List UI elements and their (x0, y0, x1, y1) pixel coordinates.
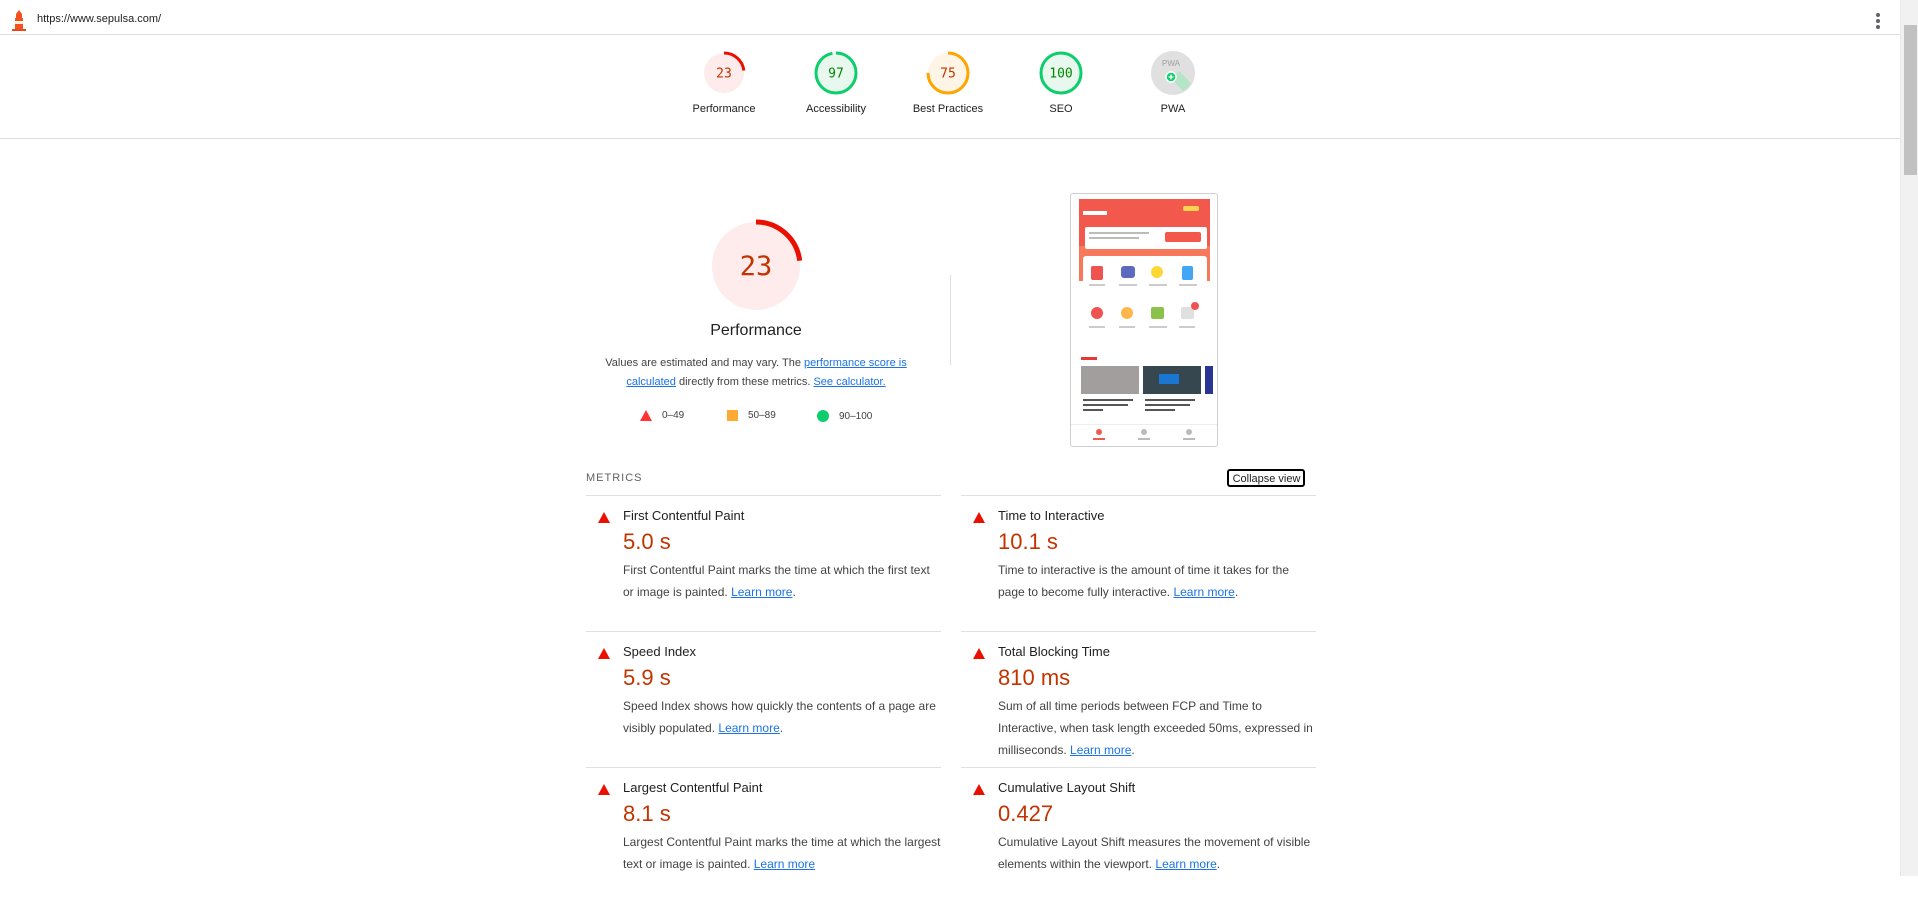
fail-triangle-icon (598, 512, 610, 523)
square-icon (727, 410, 738, 421)
learn-more-link[interactable]: Learn more (718, 721, 779, 735)
learn-more-link[interactable]: Learn more (731, 585, 792, 599)
metric-first-contentful-paint: First Contentful Paint 5.0 s First Content… (586, 495, 941, 626)
metric-value: 10.1 s (998, 529, 1058, 554)
more-menu-icon[interactable] (1873, 11, 1883, 29)
note-text: Values are estimated and may vary. The (605, 357, 804, 369)
metric-value: 0.427 (998, 801, 1054, 826)
page-url[interactable]: https://www.sepulsa.com/ (37, 13, 161, 25)
gauge-score: 97 (828, 67, 844, 82)
legend-range: 90–100 (839, 410, 873, 422)
fail-triangle-icon (973, 512, 985, 523)
metric-speed-index: Speed Index 5.9 s Speed Index shows how qu… (586, 631, 941, 762)
summary-gauge-best-practices[interactable]: 75 Best Practices (893, 49, 1003, 115)
metric-description-text: Time to interactive is the amount of tim… (998, 563, 1290, 599)
scrollbar-thumb[interactable] (1904, 25, 1917, 175)
gauge-label: PWA (1160, 103, 1186, 115)
gauge-ring: 97 (814, 51, 858, 95)
metric-largest-contentful-paint: Largest Contentful Paint 8.1 s Largest Con… (586, 767, 941, 898)
gauge-ring: PWA (1151, 51, 1195, 95)
summary-gauge-accessibility[interactable]: 97 Accessibility (781, 49, 891, 115)
performance-title: Performance (710, 322, 802, 339)
divider (950, 275, 951, 365)
gauge-score: 75 (940, 67, 956, 82)
learn-more-link[interactable]: Learn more (754, 857, 815, 871)
legend-range: 50–89 (748, 410, 776, 421)
metric-value: 5.9 s (623, 665, 671, 690)
gauge-ring: 75 (926, 51, 970, 95)
learn-more-link[interactable]: Learn more (1173, 585, 1234, 599)
metric-description: Cumulative Layout Shift measures the mov… (998, 831, 1316, 875)
metric-title: First Contentful Paint (623, 508, 745, 523)
metric-title: Time to Interactive (998, 508, 1105, 523)
metric-description: First Contentful Paint marks the time at… (623, 559, 941, 603)
metric-description: Speed Index shows how quickly the conten… (623, 695, 941, 739)
gauge-score: 100 (1049, 67, 1072, 82)
metric-value: 810 ms (998, 665, 1071, 690)
metric-description: Time to interactive is the amount of tim… (998, 559, 1316, 603)
screenshot-image (1071, 194, 1217, 446)
metric-description-suffix: . (792, 585, 796, 599)
fail-triangle-icon (598, 648, 610, 659)
vertical-scrollbar[interactable] (1900, 0, 1918, 876)
metric-total-blocking-time: Total Blocking Time 810 ms Sum of all time… (961, 631, 1316, 762)
score-summary: 23 Performance 97 Accessibility 75 Best Pract… (0, 35, 1900, 139)
metric-title: Total Blocking Time (998, 644, 1110, 659)
fail-triangle-icon (598, 784, 610, 795)
fail-triangle-icon (973, 648, 985, 659)
collapse-view-button[interactable]: Collapse view (1227, 469, 1305, 487)
legend-pass: 90–100 (817, 410, 872, 422)
gauge-ring: 23 (702, 51, 746, 95)
see-calculator-link[interactable]: See calculator. (813, 376, 885, 388)
metric-description-suffix: . (779, 721, 784, 735)
note-text: directly from these metrics. (675, 376, 814, 388)
legend-average: 50–89 (727, 410, 776, 421)
metric-description: Largest Contentful Paint marks the time … (623, 831, 941, 875)
gauge-label: SEO (1049, 103, 1073, 115)
metric-time-to-interactive: Time to Interactive 10.1 s Time to interac… (961, 495, 1316, 626)
learn-more-link[interactable]: Learn more (1070, 743, 1131, 757)
metric-cumulative-layout-shift: Cumulative Layout Shift 0.427 Cumulative L… (961, 767, 1316, 898)
metric-title: Cumulative Layout Shift (998, 780, 1136, 795)
triangle-icon (640, 410, 652, 421)
summary-gauge-seo[interactable]: 100 SEO (1006, 49, 1116, 115)
metric-description: Sum of all time periods between FCP and … (998, 695, 1316, 761)
metric-description-suffix: . (1234, 585, 1239, 599)
metric-value: 8.1 s (623, 801, 671, 826)
metric-value: 5.0 s (623, 529, 671, 554)
learn-more-link[interactable]: Learn more (1155, 857, 1216, 871)
performance-note: Values are estimated and may vary. The p… (596, 354, 916, 392)
gauge-label: Best Practices (912, 103, 984, 115)
summary-gauge-performance[interactable]: 23 Performance (669, 49, 779, 115)
url-bar: https://www.sepulsa.com/ (0, 4, 1900, 35)
metric-title: Largest Contentful Paint (623, 780, 763, 795)
summary-gauge-pwa[interactable]: PWA PWA (1118, 49, 1228, 115)
metric-description-suffix: . (1131, 743, 1135, 757)
pwa-badge-text: PWA (1162, 59, 1181, 68)
gauge-label: Performance (692, 103, 756, 115)
metrics-section-label: METRICS (586, 472, 643, 484)
gauge-ring: 100 (1039, 51, 1083, 95)
circle-icon (817, 410, 829, 422)
gauge-score: 23 (716, 67, 732, 82)
final-screenshot-thumbnail (1070, 193, 1218, 447)
metric-title: Speed Index (623, 644, 697, 659)
gauge-label: Accessibility (806, 103, 866, 115)
metric-description-suffix: . (1216, 857, 1221, 871)
performance-gauge-ring: 23 (709, 219, 803, 313)
fail-triangle-icon (973, 784, 985, 795)
legend-range: 0–49 (662, 410, 685, 421)
legend-fail: 0–49 (640, 410, 684, 421)
performance-gauge: 23 (706, 216, 806, 321)
performance-score: 23 (740, 251, 773, 282)
lighthouse-logo-icon (12, 10, 26, 31)
metric-description-text: Sum of all time periods between FCP and … (998, 699, 1313, 757)
